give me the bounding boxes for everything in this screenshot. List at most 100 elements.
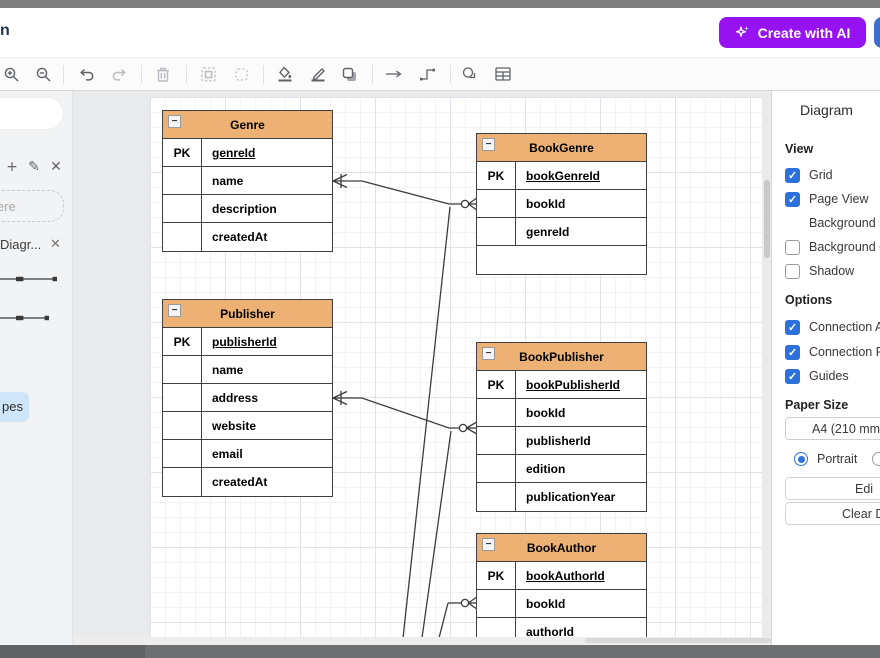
collapse-icon[interactable]: − [168, 304, 181, 317]
er-key-cell [477, 455, 516, 482]
er-field-cell: publisherId [202, 328, 332, 355]
close-icon[interactable]: ✕ [48, 159, 64, 175]
to-back-button[interactable] [228, 62, 254, 86]
toolbar-separator [186, 65, 187, 84]
undo-button[interactable] [74, 62, 100, 86]
er-attribute-row[interactable]: PKbookPublisherId [477, 371, 646, 399]
er-table-publisher[interactable]: −PublisherPKpublisherIdnameaddresswebsit… [162, 299, 333, 497]
er-field-cell: bookId [516, 399, 646, 426]
more-shapes-button[interactable]: pes [0, 392, 29, 422]
edge-shape-preview[interactable] [18, 271, 58, 287]
er-attribute-row[interactable]: genreId [477, 218, 646, 246]
edge-shape-preview[interactable] [18, 310, 50, 326]
delete-button[interactable] [150, 62, 176, 86]
background-label[interactable]: Background [809, 216, 876, 230]
er-table-bookauthor[interactable]: −BookAuthorPKbookAuthorIdbookIdauthorId [476, 533, 647, 645]
er-table-header[interactable]: −Genre [163, 111, 332, 139]
landscape-radio[interactable] [872, 452, 880, 466]
collapse-icon[interactable]: − [168, 115, 181, 128]
er-attribute-row[interactable]: name [163, 356, 332, 384]
panel-tab-diagram[interactable]: Diagram [772, 102, 880, 118]
er-key-cell [163, 167, 202, 194]
er-attribute-row[interactable]: description [163, 195, 332, 223]
background-color-checkbox[interactable] [785, 240, 800, 255]
shapes-sidebar: + ✎ ✕ ere Diagr... ✕ pes [0, 91, 73, 645]
paper-size-select[interactable]: A4 (210 mm [785, 417, 880, 440]
er-attribute-row[interactable]: bookId [477, 399, 646, 427]
edit-style-button[interactable] [305, 62, 331, 86]
er-table-bookgenre[interactable]: − BookGenre PKbookGenreIdbookIdgenreId [476, 133, 647, 275]
waypoint-connector-button[interactable] [415, 62, 441, 86]
section-close-icon[interactable]: ✕ [50, 236, 61, 252]
er-attribute-row[interactable]: PKgenreId [163, 139, 332, 167]
er-attribute-row[interactable]: PKbookGenreId [477, 162, 646, 190]
shadow-checkbox[interactable] [785, 264, 800, 279]
er-attribute-row[interactable]: bookId [477, 590, 646, 618]
er-attribute-row[interactable]: publisherId [477, 427, 646, 455]
er-table-header[interactable]: − BookGenre [477, 134, 646, 162]
diagram-canvas[interactable]: −GenrePKgenreIdnamedescriptioncreatedAt … [73, 91, 771, 645]
zoom-in-button[interactable] [0, 62, 24, 86]
er-table-title: BookGenre [529, 141, 594, 155]
sparkle-icon [735, 25, 751, 41]
er-empty-row[interactable] [477, 246, 646, 274]
er-key-cell: PK [477, 162, 516, 189]
er-table-header[interactable]: −BookAuthor [477, 534, 646, 562]
er-attribute-row[interactable]: PKbookAuthorId [477, 562, 646, 590]
edit-diagram-button[interactable]: Edi [785, 477, 880, 500]
er-attribute-row[interactable]: createdAt [163, 223, 332, 251]
create-with-ai-button[interactable]: Create with AI [719, 17, 866, 48]
er-field-cell: bookId [516, 590, 646, 617]
shadow-button[interactable] [337, 62, 363, 86]
redo-button[interactable] [106, 62, 132, 86]
edit-icon[interactable]: ✎ [26, 159, 42, 175]
er-table-header[interactable]: −Publisher [163, 300, 332, 328]
edit-diagram-label: Edi [855, 482, 873, 496]
er-attribute-row[interactable]: PKpublisherId [163, 328, 332, 356]
er-table-genre[interactable]: −GenrePKgenreIdnamedescriptioncreatedAt [162, 110, 333, 252]
page-view-label: Page View [809, 192, 869, 206]
er-attribute-row[interactable]: website [163, 412, 332, 440]
cutoff-blue-button[interactable] [874, 17, 880, 48]
connection-arrows-label: Connection Ar [809, 320, 880, 334]
to-front-button[interactable] [195, 62, 221, 86]
er-attribute-row[interactable]: address [163, 384, 332, 412]
er-attribute-row[interactable]: name [163, 167, 332, 195]
er-field-cell: publicationYear [516, 483, 646, 511]
clear-default-style-label: Clear D [842, 507, 880, 521]
er-attribute-row[interactable]: bookId [477, 190, 646, 218]
horizontal-scrollbar[interactable] [585, 638, 771, 643]
collapse-icon[interactable]: − [482, 347, 495, 360]
er-key-cell [163, 412, 202, 439]
page-view-checkbox[interactable] [785, 192, 800, 207]
portrait-label: Portrait [817, 452, 857, 466]
portrait-radio[interactable] [794, 452, 808, 466]
collapse-icon[interactable]: − [482, 138, 495, 151]
er-key-cell [477, 190, 516, 217]
fill-color-button[interactable] [272, 62, 298, 86]
er-key-cell [163, 440, 202, 467]
insert-table-button[interactable] [490, 62, 516, 86]
collapse-icon[interactable]: − [482, 538, 495, 551]
er-attribute-row[interactable]: edition [477, 455, 646, 483]
zoom-out-button[interactable] [30, 62, 56, 86]
vertical-scrollbar[interactable] [764, 180, 770, 258]
er-field-cell: bookId [516, 190, 646, 217]
er-attribute-row[interactable]: email [163, 440, 332, 468]
format-panel: Diagram View Grid Page View Background B… [771, 91, 880, 645]
view-section-header: View [785, 142, 813, 156]
er-table-header[interactable]: −BookPublisher [477, 343, 646, 371]
er-key-cell: PK [163, 328, 202, 355]
search-input[interactable] [0, 97, 64, 130]
add-icon[interactable]: + [4, 159, 20, 175]
er-table-bookpublisher[interactable]: −BookPublisherPKbookPublisherIdbookIdpub… [476, 342, 647, 512]
clear-default-style-button[interactable]: Clear D [785, 502, 880, 525]
insert-shape-button[interactable] [457, 62, 483, 86]
er-attribute-row[interactable]: createdAt [163, 468, 332, 496]
connection-points-checkbox[interactable] [785, 345, 800, 360]
grid-checkbox[interactable] [785, 168, 800, 183]
connection-arrows-checkbox[interactable] [785, 320, 800, 335]
arrow-button[interactable] [381, 62, 407, 86]
guides-checkbox[interactable] [785, 369, 800, 384]
er-attribute-row[interactable]: publicationYear [477, 483, 646, 511]
